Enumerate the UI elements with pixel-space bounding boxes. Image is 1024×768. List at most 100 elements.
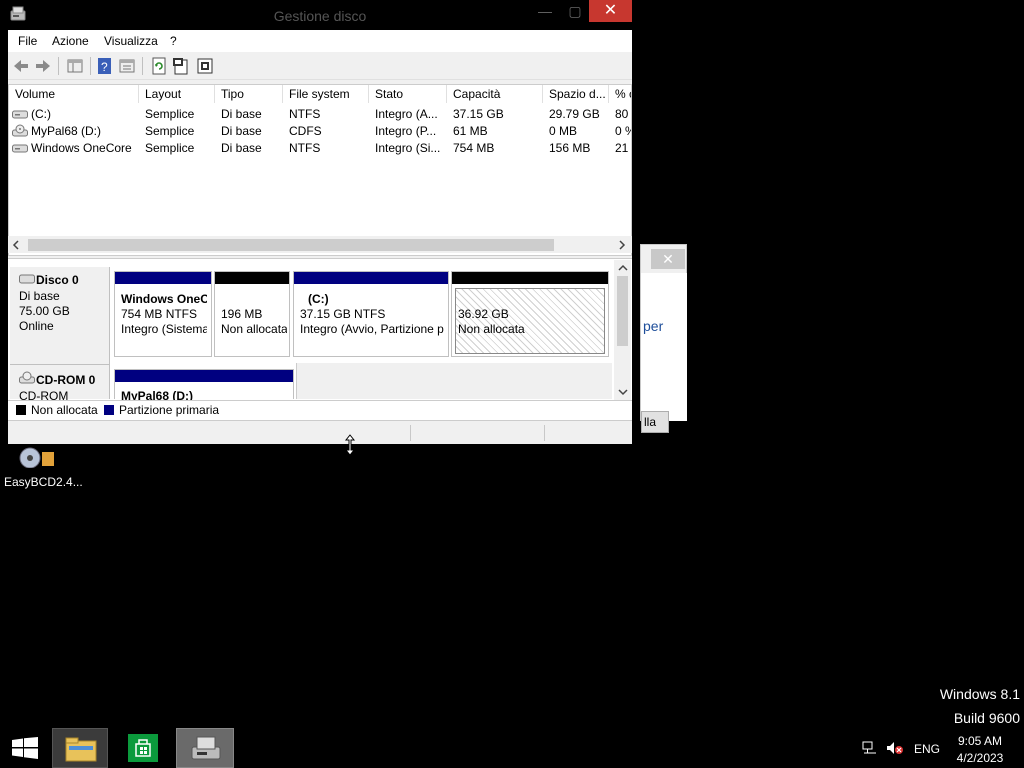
volume-list: Volume Layout Tipo File system Stato Cap…	[8, 84, 632, 256]
disk-management-window: Gestione disco — ▢ ✕ File Azione Visuali…	[0, 0, 640, 452]
menu-help[interactable]: ?	[170, 34, 177, 48]
table-row[interactable]: MyPal68 (D:) Semplice Di base CDFS Integ…	[9, 123, 631, 140]
menu-azione[interactable]: Azione	[52, 34, 89, 48]
menu-visualizza[interactable]: Visualizza	[104, 34, 158, 48]
rescan-icon[interactable]	[172, 57, 190, 75]
cell-percent: 0 %	[615, 124, 631, 138]
dialog-body: per lla	[641, 273, 687, 433]
cell-capacita: 754 MB	[453, 141, 495, 155]
svg-text:?: ?	[101, 60, 108, 74]
vertical-scrollbar[interactable]	[614, 260, 631, 402]
forward-icon[interactable]	[34, 57, 52, 75]
partition-unallocated-2[interactable]: 36.92 GB Non allocata	[451, 271, 609, 357]
empty-area	[296, 363, 612, 399]
language-indicator[interactable]: ENG	[914, 742, 940, 756]
scroll-thumb[interactable]	[617, 276, 628, 346]
partition-status: Non allocata	[221, 322, 287, 336]
col-stato[interactable]: Stato	[369, 85, 447, 103]
legend-primary: Partizione primaria	[119, 403, 220, 417]
console-tree-icon[interactable]	[66, 57, 84, 75]
volume-muted-icon[interactable]	[886, 741, 904, 755]
desktop-icon-label[interactable]: EasyBCD2.4...	[4, 475, 83, 489]
maximize-button[interactable]: ▢	[560, 0, 590, 22]
toolbar-separator	[142, 57, 143, 75]
cell-stato: Integro (Si...	[375, 141, 441, 155]
minimize-button[interactable]: —	[530, 0, 560, 22]
table-row[interactable]: (C:) Semplice Di base NTFS Integro (A...…	[9, 106, 631, 123]
cell-tipo: Di base	[221, 124, 262, 138]
title-bar[interactable]: Gestione disco — ▢ ✕	[0, 0, 640, 30]
partition-header-primary	[115, 272, 211, 284]
legend-swatch-unallocated	[16, 405, 26, 415]
disk-management-icon	[191, 736, 221, 760]
cdrom-icon	[19, 371, 35, 384]
cell-tipo: Di base	[221, 141, 262, 155]
menu-bar: File Azione Visualizza ?	[8, 30, 632, 52]
disk-0-label[interactable]: Disco 0 Di base 75.00 GB Online	[10, 267, 110, 365]
cell-spazio: 29.79 GB	[549, 107, 600, 121]
build-watermark: Build 9600	[953, 710, 1020, 726]
partition-header-unallocated	[215, 272, 289, 284]
taskbar-disk-management[interactable]	[176, 728, 234, 768]
cell-filesystem: NTFS	[289, 107, 321, 121]
col-layout[interactable]: Layout	[139, 85, 215, 103]
scroll-down-icon[interactable]	[618, 388, 628, 396]
col-capacita[interactable]: Capacità	[447, 85, 543, 103]
close-button[interactable]: ✕	[589, 0, 632, 22]
toolbar-separator	[90, 57, 91, 75]
col-spazio[interactable]: Spazio d...	[543, 85, 609, 103]
cell-volume: MyPal68 (D:)	[31, 124, 102, 138]
partition-status: Non allocata	[458, 322, 525, 336]
scroll-left-icon[interactable]	[12, 240, 20, 250]
partition-windows-onecore[interactable]: Windows OneC 754 MB NTFS Integro (Sistem…	[114, 271, 212, 357]
horizontal-scrollbar[interactable]	[8, 236, 632, 253]
start-icon[interactable]	[12, 737, 38, 759]
table-row[interactable]: Windows OneCore Semplice Di base NTFS In…	[9, 140, 631, 157]
easybcd-icon	[19, 447, 54, 468]
help-icon[interactable]: ?	[96, 57, 114, 75]
cell-stato: Integro (P...	[375, 124, 437, 138]
refresh-icon[interactable]	[150, 57, 168, 75]
partition-c[interactable]: (C:) 37.15 GB NTFS Integro (Avvio, Parti…	[293, 271, 449, 357]
cell-spazio: 156 MB	[549, 141, 591, 155]
col-percent[interactable]: % c	[609, 85, 631, 103]
network-icon[interactable]	[862, 741, 878, 755]
taskbar-store[interactable]	[116, 728, 172, 768]
settings-icon[interactable]	[196, 57, 214, 75]
scroll-thumb[interactable]	[28, 239, 554, 251]
taskbar-file-explorer[interactable]	[52, 728, 108, 768]
cell-volume: Windows OneCore	[31, 141, 132, 155]
partition-header-primary	[115, 370, 293, 382]
cell-filesystem: CDFS	[289, 124, 322, 138]
dialog-button[interactable]: lla	[641, 411, 669, 433]
status-bar	[8, 420, 632, 444]
clock-time[interactable]: 9:05 AM	[940, 734, 1020, 748]
col-volume[interactable]: Volume	[9, 85, 139, 103]
partition-size: 37.15 GB NTFS	[300, 307, 386, 321]
cell-percent: 21	[615, 141, 629, 155]
partition-unallocated-1[interactable]: 196 MB Non allocata	[214, 271, 290, 357]
dialog-close-button[interactable]: ✕	[651, 249, 685, 269]
clock-date[interactable]: 4/2/2023	[940, 751, 1020, 765]
menu-file[interactable]: File	[18, 34, 37, 48]
properties-icon[interactable]	[118, 57, 136, 75]
status-divider	[410, 425, 411, 441]
partition-mypal68[interactable]: MyPal68 (D:)	[114, 369, 294, 403]
drive-icon	[12, 144, 28, 153]
legend-swatch-primary	[104, 405, 114, 415]
unallocated-hatch	[455, 288, 605, 354]
cell-layout: Semplice	[145, 124, 195, 138]
col-tipo[interactable]: Tipo	[215, 85, 283, 103]
col-file-system[interactable]: File system	[283, 85, 369, 103]
cell-volume: (C:)	[31, 107, 51, 121]
background-dialog: ✕ per lla	[640, 244, 687, 433]
scroll-up-icon[interactable]	[618, 264, 628, 272]
partition-status: Integro (Avvio, Partizione p	[300, 322, 444, 336]
cell-layout: Semplice	[145, 107, 195, 121]
partition-title: (C:)	[308, 292, 329, 306]
back-icon[interactable]	[12, 57, 30, 75]
cdrom-0-label[interactable]: CD-ROM 0 CD-ROM	[10, 365, 110, 403]
scroll-right-icon[interactable]	[618, 240, 626, 250]
window-client-area: File Azione Visualizza ? ? Volume Layout…	[8, 30, 632, 444]
store-icon	[128, 734, 158, 762]
